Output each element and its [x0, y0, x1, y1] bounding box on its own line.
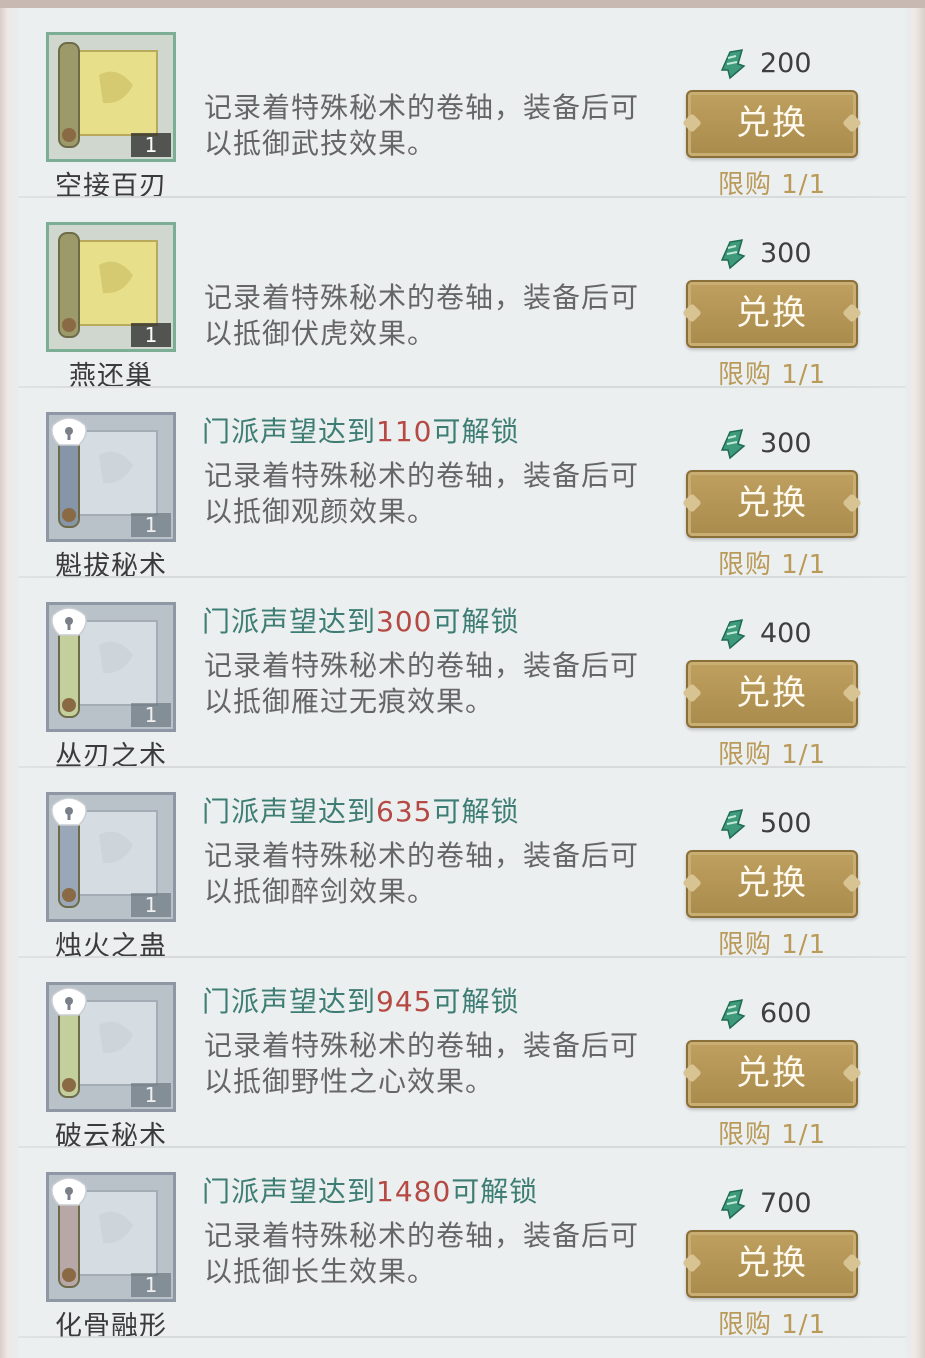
purchase-limit: 限购 1/1 — [718, 170, 827, 200]
item-price: 700 — [716, 1186, 812, 1220]
exchange-button[interactable]: 兑换 — [686, 850, 858, 918]
jade-token-icon — [720, 809, 746, 840]
lock-icon — [51, 987, 87, 1016]
item-description: 记录着特殊秘术的卷轴，装备后可以抵御长生效果。 — [204, 1219, 640, 1288]
item-price: 400 — [716, 616, 812, 650]
unlock-prefix: 门派声望达到 — [202, 1175, 377, 1208]
price-value: 300 — [760, 427, 812, 459]
item-icon-box[interactable]: 1 — [46, 602, 176, 732]
unlock-value: 300 — [376, 605, 433, 638]
item-quantity: 1 — [131, 323, 171, 347]
purchase-limit: 限购 1/1 — [718, 740, 827, 770]
price-value: 500 — [760, 807, 812, 839]
item-price: 500 — [716, 806, 812, 840]
unlock-suffix: 可解锁 — [451, 1175, 539, 1208]
purchase-limit: 限购 1/1 — [718, 360, 827, 390]
item-price: 300 — [716, 426, 812, 460]
price-value: 600 — [760, 997, 812, 1029]
price-value: 400 — [760, 617, 812, 649]
unlock-suffix: 可解锁 — [432, 985, 520, 1018]
list-item-1: 1 燕还巢 记录着特殊秘术的卷轴，装备后可以抵御伏虎效果。 300 兑换 限购 … — [18, 198, 906, 392]
unlock-requirement: 门派声望达到300可解锁 — [202, 600, 519, 640]
item-quantity: 1 — [131, 703, 171, 727]
exchange-button[interactable]: 兑换 — [686, 660, 858, 728]
item-description: 记录着特殊秘术的卷轴，装备后可以抵御武技效果。 — [204, 91, 640, 160]
list-item-4: 1 烛火之蛊 门派声望达到635可解锁 记录着特殊秘术的卷轴，装备后可以抵御醉剑… — [18, 768, 906, 962]
item-icon-box[interactable]: 1 — [46, 1172, 176, 1302]
item-price: 300 — [716, 236, 812, 270]
jade-token-icon — [720, 429, 746, 460]
jade-token-icon — [720, 49, 746, 80]
top-border — [0, 0, 925, 8]
exchange-button[interactable]: 兑换 — [686, 1230, 858, 1298]
list-item-5: 1 破云秘术 门派声望达到945可解锁 记录着特殊秘术的卷轴，装备后可以抵御野性… — [18, 958, 906, 1152]
item-price: 600 — [716, 996, 812, 1030]
unlock-prefix: 门派声望达到 — [202, 795, 377, 828]
unlock-prefix: 门派声望达到 — [202, 605, 377, 638]
unlock-value: 110 — [376, 415, 433, 448]
price-value: 700 — [760, 1187, 812, 1219]
lock-icon — [51, 797, 87, 826]
exchange-list[interactable]: 1 空接百刃 记录着特殊秘术的卷轴，装备后可以抵御武技效果。 200 兑换 限购… — [18, 8, 906, 1358]
exchange-button[interactable]: 兑换 — [686, 470, 858, 538]
item-description: 记录着特殊秘术的卷轴，装备后可以抵御观颜效果。 — [204, 459, 640, 528]
lock-icon — [51, 1177, 87, 1206]
item-description: 记录着特殊秘术的卷轴，装备后可以抵御野性之心效果。 — [204, 1029, 640, 1098]
item-name: 化骨融形 — [55, 1311, 167, 1342]
exchange-button[interactable]: 兑换 — [686, 1040, 858, 1108]
list-item-6: 1 化骨融形 门派声望达到1480可解锁 记录着特殊秘术的卷轴，装备后可以抵御长… — [18, 1148, 906, 1342]
purchase-limit: 限购 1/1 — [718, 550, 827, 580]
item-quantity: 1 — [131, 513, 171, 537]
unlock-suffix: 可解锁 — [432, 605, 520, 638]
list-item-2: 1 魁拔秘术 门派声望达到110可解锁 记录着特殊秘术的卷轴，装备后可以抵御观颜… — [18, 388, 906, 582]
purchase-limit: 限购 1/1 — [718, 1310, 827, 1340]
item-quantity: 1 — [131, 1083, 171, 1107]
jade-token-icon — [720, 1189, 746, 1220]
item-quantity: 1 — [131, 133, 171, 157]
item-icon-box[interactable]: 1 — [46, 982, 176, 1112]
unlock-requirement: 门派声望达到1480可解锁 — [202, 1170, 538, 1210]
unlock-requirement: 门派声望达到635可解锁 — [202, 790, 519, 830]
jade-token-icon — [720, 239, 746, 270]
unlock-requirement: 门派声望达到945可解锁 — [202, 980, 519, 1020]
unlock-suffix: 可解锁 — [432, 415, 520, 448]
jade-token-icon — [720, 999, 746, 1030]
item-description: 记录着特殊秘术的卷轴，装备后可以抵御醉剑效果。 — [204, 839, 640, 908]
lock-icon — [51, 607, 87, 636]
unlock-value: 945 — [376, 985, 433, 1018]
price-value: 300 — [760, 237, 812, 269]
unlock-value: 1480 — [376, 1175, 452, 1208]
item-description: 记录着特殊秘术的卷轴，装备后可以抵御雁过无痕效果。 — [204, 649, 640, 718]
item-quantity: 1 — [131, 893, 171, 917]
jade-token-icon — [720, 619, 746, 650]
unlock-value: 635 — [376, 795, 433, 828]
list-item-0: 1 空接百刃 记录着特殊秘术的卷轴，装备后可以抵御武技效果。 200 兑换 限购… — [18, 8, 906, 202]
exchange-button[interactable]: 兑换 — [686, 280, 858, 348]
item-price: 200 — [716, 46, 812, 80]
item-quantity: 1 — [131, 1273, 171, 1297]
list-item-3: 1 丛刃之术 门派声望达到300可解锁 记录着特殊秘术的卷轴，装备后可以抵御雁过… — [18, 578, 906, 772]
unlock-requirement: 门派声望达到110可解锁 — [202, 410, 519, 450]
exchange-button[interactable]: 兑换 — [686, 90, 858, 158]
item-icon-box[interactable]: 1 — [46, 412, 176, 542]
unlock-prefix: 门派声望达到 — [202, 415, 377, 448]
price-value: 200 — [760, 47, 812, 79]
item-icon-box[interactable]: 1 — [46, 222, 176, 352]
purchase-limit: 限购 1/1 — [718, 1120, 827, 1150]
item-icon-box[interactable]: 1 — [46, 792, 176, 922]
unlock-prefix: 门派声望达到 — [202, 985, 377, 1018]
item-icon-box[interactable]: 1 — [46, 32, 176, 162]
lock-icon — [51, 417, 87, 446]
item-description: 记录着特殊秘术的卷轴，装备后可以抵御伏虎效果。 — [204, 281, 640, 350]
unlock-suffix: 可解锁 — [432, 795, 520, 828]
purchase-limit: 限购 1/1 — [718, 930, 827, 960]
